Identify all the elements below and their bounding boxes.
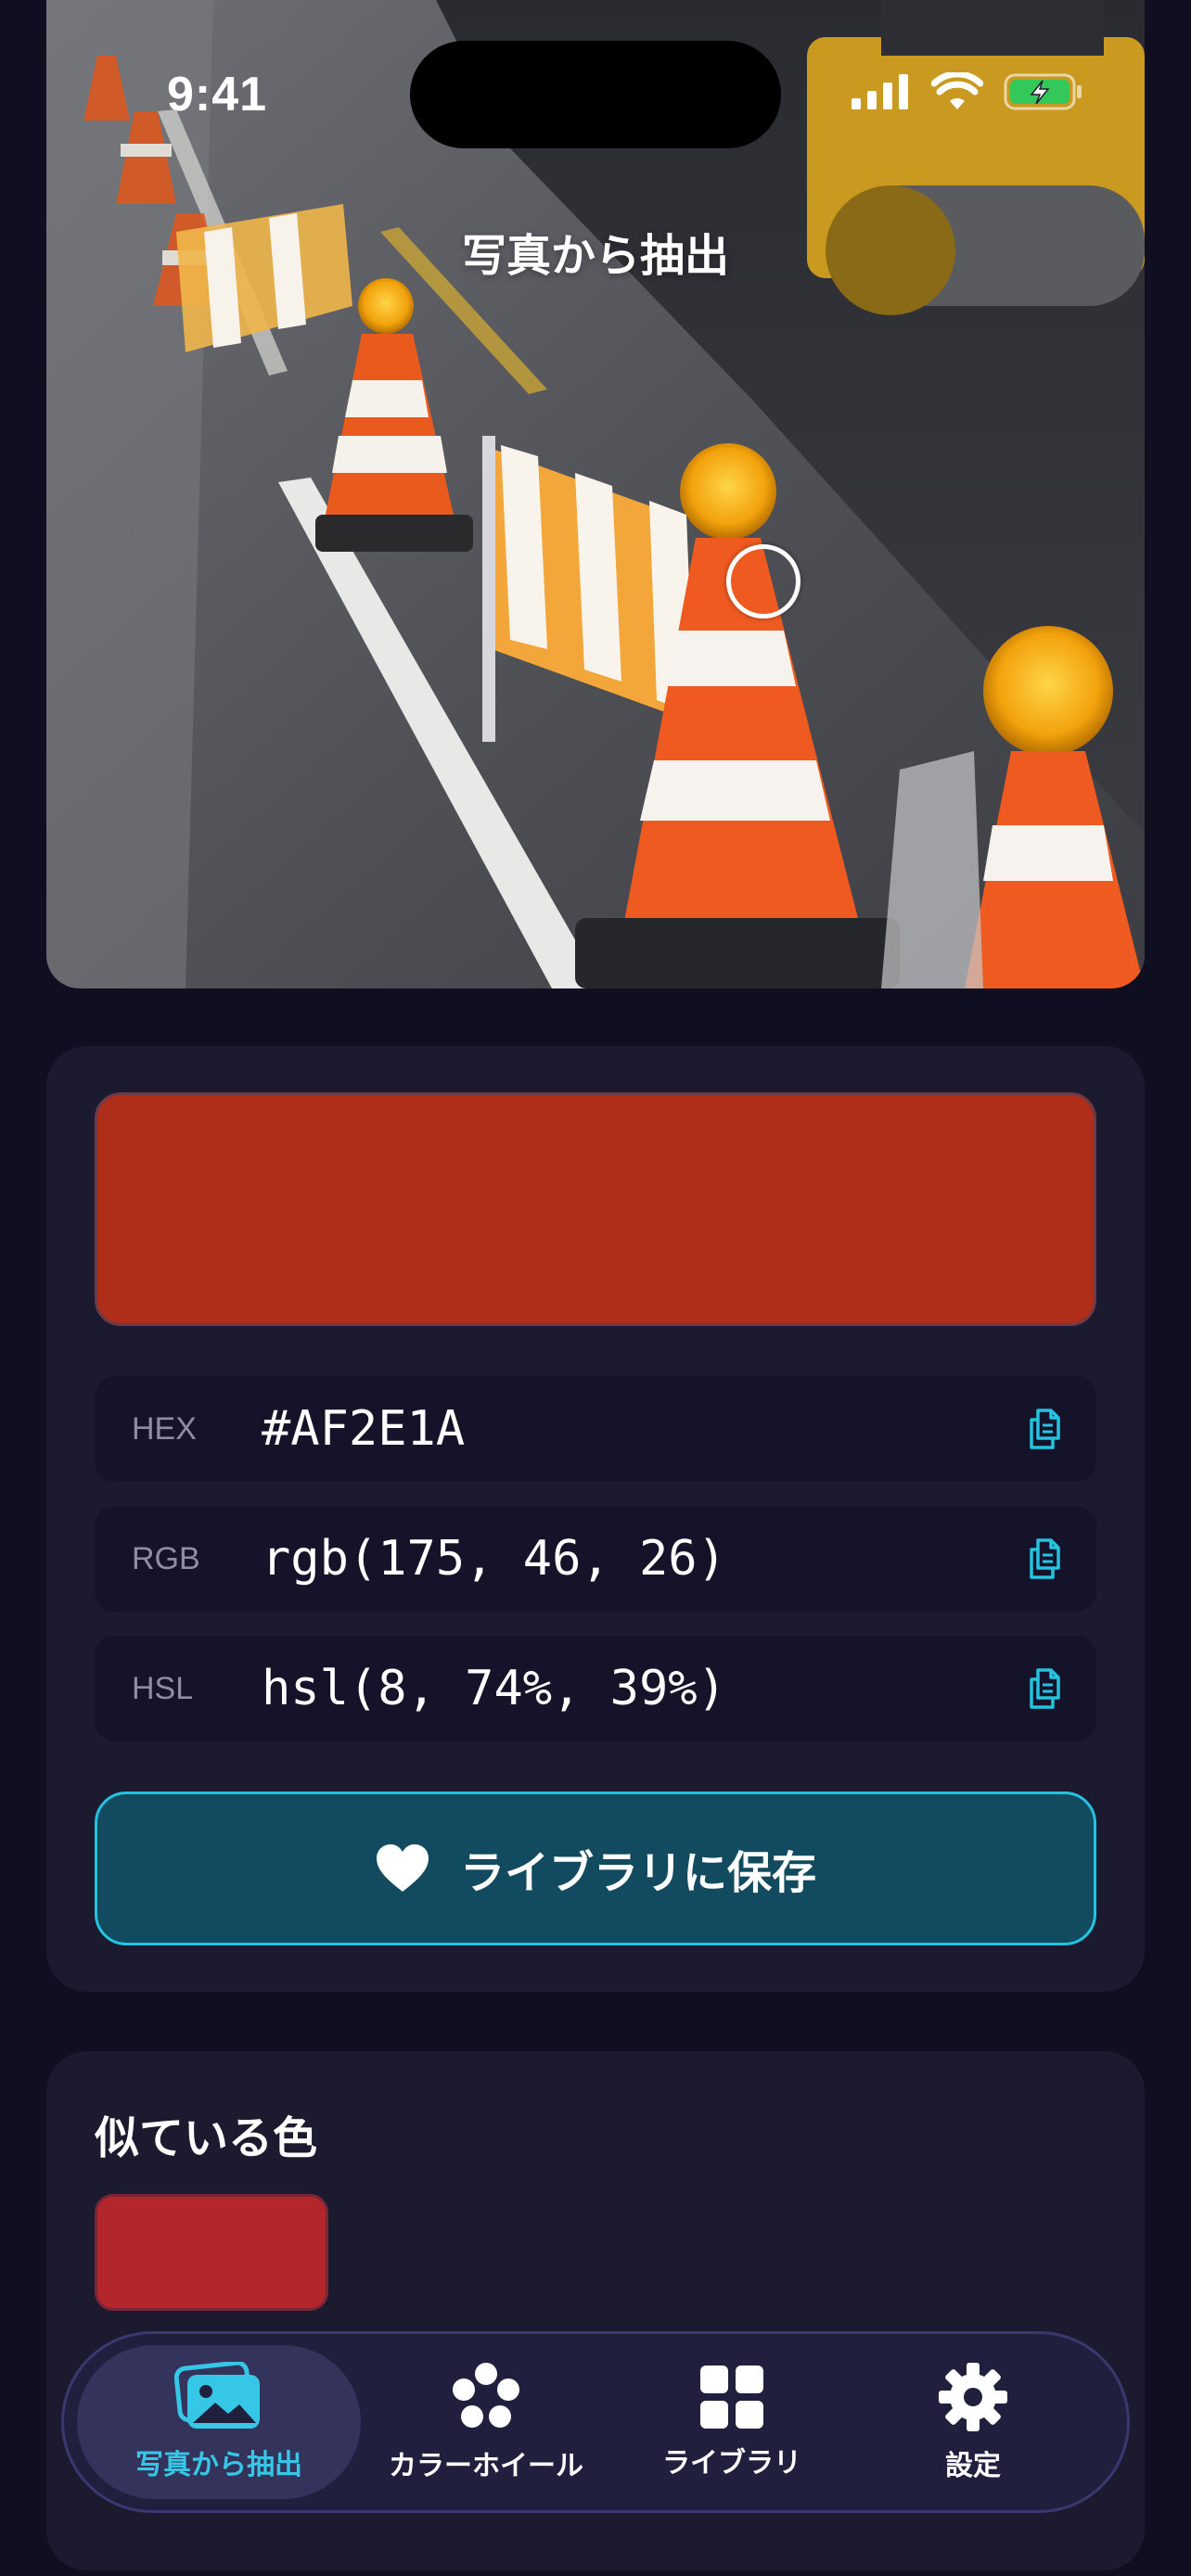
tab-color-wheel-label: カラーホイール: [389, 2450, 583, 2482]
tab-bar: 写真から抽出 カラーホイール ライブラリ 設定: [61, 2331, 1130, 2513]
battery-charging-icon: [1004, 73, 1082, 110]
tab-library-label: ライブラリ: [662, 2447, 801, 2480]
hsl-row: HSL hsl(8, 74%, 39%): [95, 1636, 1096, 1741]
color-wheel-icon: [453, 2363, 519, 2428]
save-to-library-button[interactable]: ライブラリに保存: [95, 1792, 1096, 1945]
status-time: 9:41: [167, 68, 268, 121]
save-button-label: ライブラリに保存: [459, 1847, 816, 1899]
wifi-icon: [931, 72, 983, 109]
copy-icon: [1030, 1409, 1060, 1449]
color-picker-ring[interactable]: [726, 544, 800, 618]
copy-hsl-button[interactable]: [994, 1666, 1096, 1711]
rgb-row: RGB rgb(175, 46, 26): [95, 1506, 1096, 1612]
gear-icon: [939, 2363, 1007, 2431]
hex-label: HEX: [132, 1410, 197, 1447]
picked-color-card: HEX #AF2E1A RGB rgb(175, 46, 26) HSL hsl…: [46, 1046, 1145, 1992]
tab-library[interactable]: ライブラリ: [621, 2345, 843, 2499]
status-icons: [852, 72, 1083, 111]
grid-icon: [700, 2366, 763, 2429]
tab-color-wheel[interactable]: カラーホイール: [370, 2345, 602, 2499]
similar-colors-title: 似ている色: [95, 2112, 318, 2164]
hex-value: #AF2E1A: [262, 1401, 466, 1457]
tab-photo-extract-label: 写真から抽出: [135, 2449, 302, 2481]
rgb-value: rgb(175, 46, 26): [262, 1531, 726, 1587]
similar-color-swatch[interactable]: [95, 2194, 328, 2311]
hsl-label: HSL: [132, 1670, 194, 1706]
page-title: 写真から抽出: [461, 230, 729, 282]
dynamic-island: [410, 41, 781, 148]
tab-settings-label: 設定: [945, 2450, 1001, 2482]
tab-settings[interactable]: 設定: [880, 2345, 1066, 2499]
cellular-signal-icon: [852, 74, 908, 109]
rgb-label: RGB: [132, 1540, 200, 1576]
heart-icon: [376, 1844, 429, 1892]
tab-photo-extract[interactable]: 写真から抽出: [77, 2345, 361, 2499]
copy-rgb-button[interactable]: [994, 1537, 1096, 1581]
hsl-value: hsl(8, 74%, 39%): [262, 1661, 726, 1716]
picked-color-swatch: [95, 1092, 1096, 1326]
hex-row: HEX #AF2E1A: [95, 1376, 1096, 1482]
copy-icon: [1030, 1668, 1060, 1709]
photo-icon: [174, 2362, 260, 2429]
copy-hex-button[interactable]: [994, 1407, 1096, 1451]
copy-icon: [1030, 1538, 1060, 1579]
